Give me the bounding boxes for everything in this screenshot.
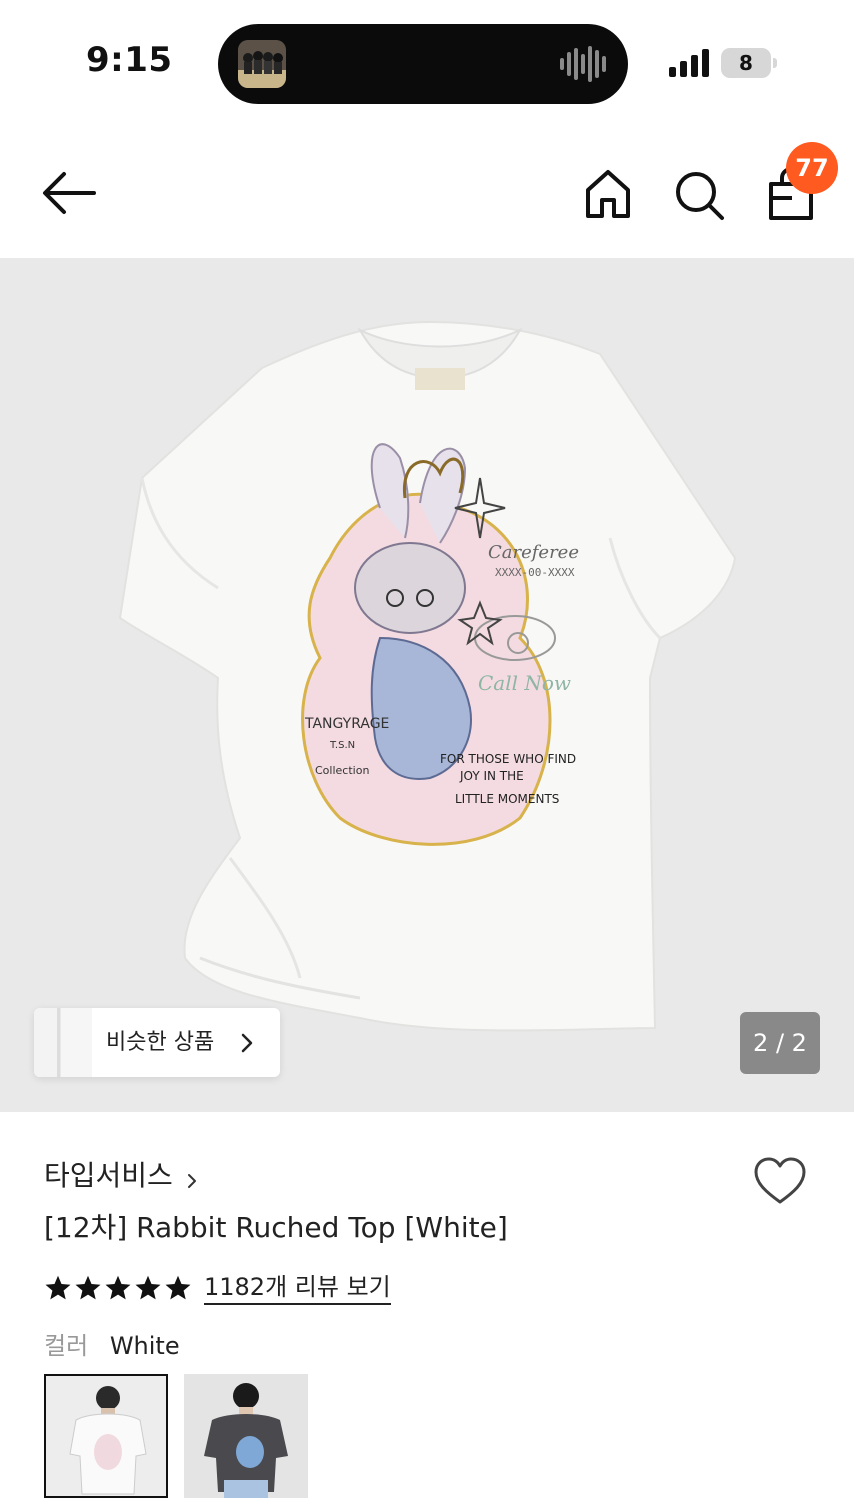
product-image-gallery[interactable]: Careferee XXXX-00-XXXX Call Now TANGYRAG… [0, 258, 854, 1112]
back-arrow-icon[interactable] [40, 170, 98, 216]
print-text-brand: TANGYRAGE [304, 716, 389, 732]
model-white-tshirt-image [46, 1376, 166, 1496]
model-charcoal-tshirt-image [184, 1374, 308, 1498]
brand-link[interactable]: 타입서비스 [44, 1156, 198, 1196]
star-icon [165, 1275, 191, 1300]
print-text-code: XXXX-00-XXXX [495, 566, 575, 579]
top-nav-bar: 77 [0, 130, 854, 258]
print-text-line3: LITTLE MOMENTS [455, 792, 559, 806]
print-text-tsn: T.S.N [329, 740, 355, 751]
cellular-signal-icon [669, 49, 709, 77]
print-text-line1: FOR THOSE WHO FIND [440, 752, 576, 766]
print-text-collection: Collection [315, 764, 369, 777]
dynamic-island[interactable] [218, 24, 628, 104]
image-page-indicator: 2 / 2 [740, 1012, 820, 1074]
wishlist-heart-icon[interactable] [752, 1156, 808, 1206]
star-icon [105, 1275, 131, 1300]
star-icon [75, 1275, 101, 1300]
print-text-call-now: Call Now [478, 671, 571, 695]
color-swatch-charcoal[interactable] [184, 1374, 308, 1498]
color-swatch-white[interactable] [44, 1374, 168, 1498]
home-icon[interactable] [582, 168, 634, 220]
product-photo-tshirt: Careferee XXXX-00-XXXX Call Now TANGYRAG… [118, 320, 737, 1032]
chevron-right-icon [241, 1033, 253, 1053]
chevron-right-icon [187, 1173, 196, 1188]
star-icon [135, 1275, 161, 1300]
star-icon [45, 1275, 71, 1300]
color-value: White [109, 1332, 180, 1360]
status-time: 9:15 [86, 40, 173, 80]
audio-waveform-icon [560, 46, 606, 82]
cart-count-badge: 77 [786, 142, 838, 194]
view-reviews-link[interactable]: 1182개 리뷰 보기 [204, 1271, 391, 1305]
battery-icon: 8 [721, 48, 771, 78]
rating-row: 1182개 리뷰 보기 [44, 1268, 391, 1308]
print-text-line2: JOY IN THE [459, 769, 524, 783]
battery-level: 8 [739, 51, 753, 75]
similar-products-label: 비슷한 상품 [106, 1030, 215, 1055]
similar-products-thumbnail [34, 1008, 92, 1077]
status-bar: 9:15 8 [0, 0, 854, 120]
now-playing-artwork [238, 40, 286, 88]
similar-products-button[interactable]: 비슷한 상품 [34, 1008, 280, 1077]
print-text-careferee: Careferee [488, 542, 579, 563]
product-title: [12차] Rabbit Ruched Top [White] [44, 1211, 508, 1244]
brand-name: 타입서비스 [44, 1159, 173, 1192]
battery-cap [773, 58, 777, 68]
color-option-row: 컬러 White [44, 1328, 180, 1364]
search-icon[interactable] [672, 168, 726, 222]
rating-stars [44, 1274, 192, 1302]
color-label: 컬러 [44, 1332, 89, 1360]
